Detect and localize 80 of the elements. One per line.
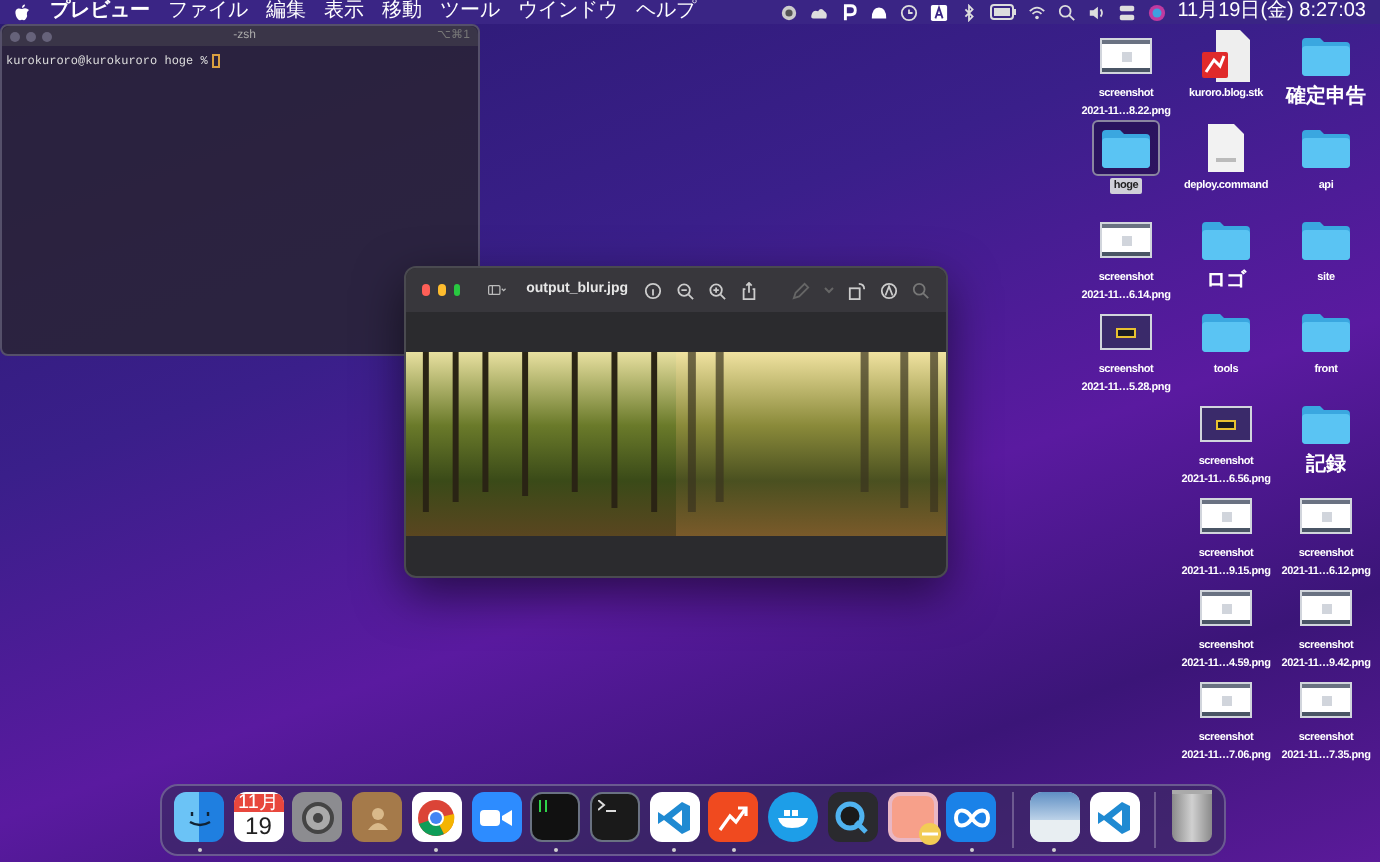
file-name-label: 記録: [1306, 454, 1346, 476]
wifi-icon[interactable]: [1027, 3, 1046, 21]
menu-item[interactable]: ツール: [440, 0, 500, 24]
share-icon[interactable]: [740, 281, 759, 299]
screenshot-thumbnail: [1200, 498, 1252, 534]
info-icon[interactable]: [644, 281, 663, 299]
menu-item[interactable]: ファイル: [168, 0, 248, 24]
screenshot-thumbnail: [1100, 38, 1152, 74]
running-indicator: [1052, 847, 1057, 851]
script-file-icon: [1206, 122, 1246, 174]
file-name-label: ロゴ: [1206, 270, 1246, 292]
document-icon: [1198, 28, 1254, 84]
minimize-button[interactable]: [437, 284, 446, 296]
bluetooth-icon[interactable]: [959, 3, 978, 21]
menu-item[interactable]: 編集: [266, 0, 306, 24]
folder-icon: [1300, 219, 1352, 261]
zoom-in-icon[interactable]: [708, 281, 727, 299]
zoom-out-icon[interactable]: [676, 281, 695, 299]
display-icon[interactable]: [1117, 3, 1136, 21]
zoom-button[interactable]: [453, 284, 461, 296]
calendar-day: 19: [245, 811, 272, 841]
folder-icon: [1300, 35, 1352, 77]
battery-icon[interactable]: [989, 4, 1016, 20]
folder-icon: [1100, 127, 1152, 169]
infinity-app-icon[interactable]: [946, 792, 997, 842]
running-indicator: [434, 847, 439, 851]
browser-app-icon[interactable]: [411, 792, 462, 842]
file-name-label: 確定申告: [1286, 86, 1366, 108]
folder-icon: [1200, 311, 1252, 353]
cloud-icon[interactable]: [809, 3, 828, 21]
folder-icon: [1300, 403, 1352, 445]
search-icon[interactable]: [1057, 3, 1076, 21]
app-icon-with-badge[interactable]: [887, 792, 938, 842]
markup-icon[interactable]: [880, 281, 899, 299]
gear-app-icon[interactable]: [292, 792, 343, 842]
running-indicator: [969, 847, 974, 851]
code-editor-app-icon[interactable]: [1089, 792, 1139, 842]
media-player-app-icon[interactable]: [827, 792, 878, 842]
speaker-icon[interactable]: [1087, 3, 1106, 21]
record-icon[interactable]: [779, 3, 798, 21]
video-camera-app-icon[interactable]: [471, 792, 522, 842]
contacts-app-icon[interactable]: [352, 792, 403, 842]
screenshot-thumbnail: [1300, 682, 1352, 718]
menu-item[interactable]: ウインドウ: [518, 0, 618, 24]
running-indicator: [197, 847, 201, 851]
screenshot-thumbnail: [1300, 590, 1352, 626]
menu-item[interactable]: 移動: [382, 0, 422, 24]
siri-icon[interactable]: [1147, 3, 1166, 21]
rotate-icon[interactable]: [848, 281, 867, 299]
screenshot-thumbnail: [1100, 222, 1152, 258]
running-indicator: [731, 847, 736, 851]
close-button[interactable]: [422, 284, 430, 296]
smiling-face-app-icon[interactable]: [174, 792, 224, 842]
clock-icon[interactable]: [899, 3, 918, 21]
folder-icon: [1300, 311, 1352, 353]
whale-app-icon[interactable]: [768, 792, 819, 842]
terminal-app-icon[interactable]: [590, 792, 641, 842]
chart-arrow-app-icon[interactable]: [708, 792, 759, 842]
cloud-icon[interactable]: [869, 3, 888, 21]
menu-bar-clock[interactable]: 11月19日(金) 8:27:03: [1177, 0, 1366, 24]
screenshot-thumbnail: [1200, 406, 1252, 442]
screenshot-thumbnail: [1200, 590, 1252, 626]
folder-icon: [1300, 127, 1352, 169]
letter-p-icon[interactable]: [839, 3, 858, 21]
screenshot-thumbnail: [1100, 314, 1152, 350]
code-editor-app-icon[interactable]: [649, 792, 700, 842]
menu-item[interactable]: 表示: [324, 0, 364, 24]
trash-icon[interactable]: [1171, 790, 1212, 842]
photo-viewer-app-icon[interactable]: [1029, 792, 1080, 842]
running-indicator: [553, 847, 558, 851]
running-indicator: [672, 847, 677, 851]
input-method-icon[interactable]: [929, 3, 948, 21]
icon-selection-frame[interactable]: [1092, 120, 1160, 176]
sidebar-toggle-icon[interactable]: [488, 282, 507, 298]
terminal-app-icon[interactable]: [530, 792, 581, 842]
apple-logo-icon[interactable]: [14, 3, 30, 21]
text-cursor: [211, 54, 220, 68]
screenshot-thumbnail: [1300, 498, 1352, 534]
screenshot-thumbnail: [1200, 682, 1252, 718]
folder-icon: [1200, 219, 1252, 261]
